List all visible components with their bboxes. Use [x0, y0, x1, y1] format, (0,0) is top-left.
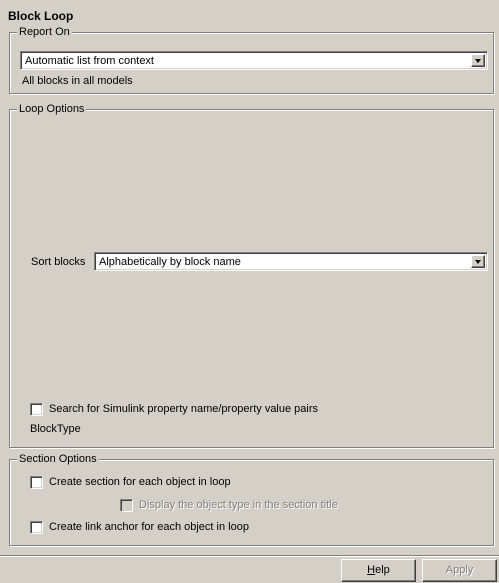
sort-blocks-label: Sort blocks: [31, 256, 86, 268]
display-type-label: Display the object type in the section t…: [139, 499, 338, 511]
loop-options-group: Loop Options: [9, 103, 495, 449]
block-type-label: BlockType: [30, 423, 81, 435]
help-label: elp: [375, 564, 390, 576]
create-section-label: Create section for each object in loop: [49, 476, 231, 488]
sort-blocks-value: Alphabetically by block name: [99, 256, 241, 268]
help-mnemonic: H: [367, 564, 376, 576]
apply-button[interactable]: Apply: [422, 559, 497, 582]
create-link-anchor-checkbox[interactable]: [30, 521, 43, 534]
dropdown-button[interactable]: [471, 255, 485, 268]
dropdown-button[interactable]: [471, 54, 485, 67]
report-on-legend: Report On: [17, 26, 72, 39]
page-title: Block Loop: [8, 9, 74, 23]
chevron-down-icon: [475, 260, 481, 264]
report-on-description: All blocks in all models: [22, 75, 133, 87]
create-section-checkbox[interactable]: [30, 476, 43, 489]
chevron-down-icon: [475, 59, 481, 63]
loop-options-legend: Loop Options: [17, 103, 87, 116]
search-property-label: Search for Simulink property name/proper…: [49, 403, 319, 415]
bottom-separator: [0, 555, 499, 557]
section-options-legend: Section Options: [17, 453, 99, 466]
report-on-value: Automatic list from context: [25, 55, 154, 67]
report-on-dropdown[interactable]: Automatic list from context: [20, 51, 488, 70]
display-type-checkbox[interactable]: [120, 499, 133, 512]
search-property-checkbox[interactable]: [30, 403, 43, 416]
create-link-anchor-label: Create link anchor for each object in lo…: [49, 521, 249, 533]
help-button[interactable]: Help: [341, 559, 416, 582]
sort-blocks-dropdown[interactable]: Alphabetically by block name: [94, 252, 488, 271]
